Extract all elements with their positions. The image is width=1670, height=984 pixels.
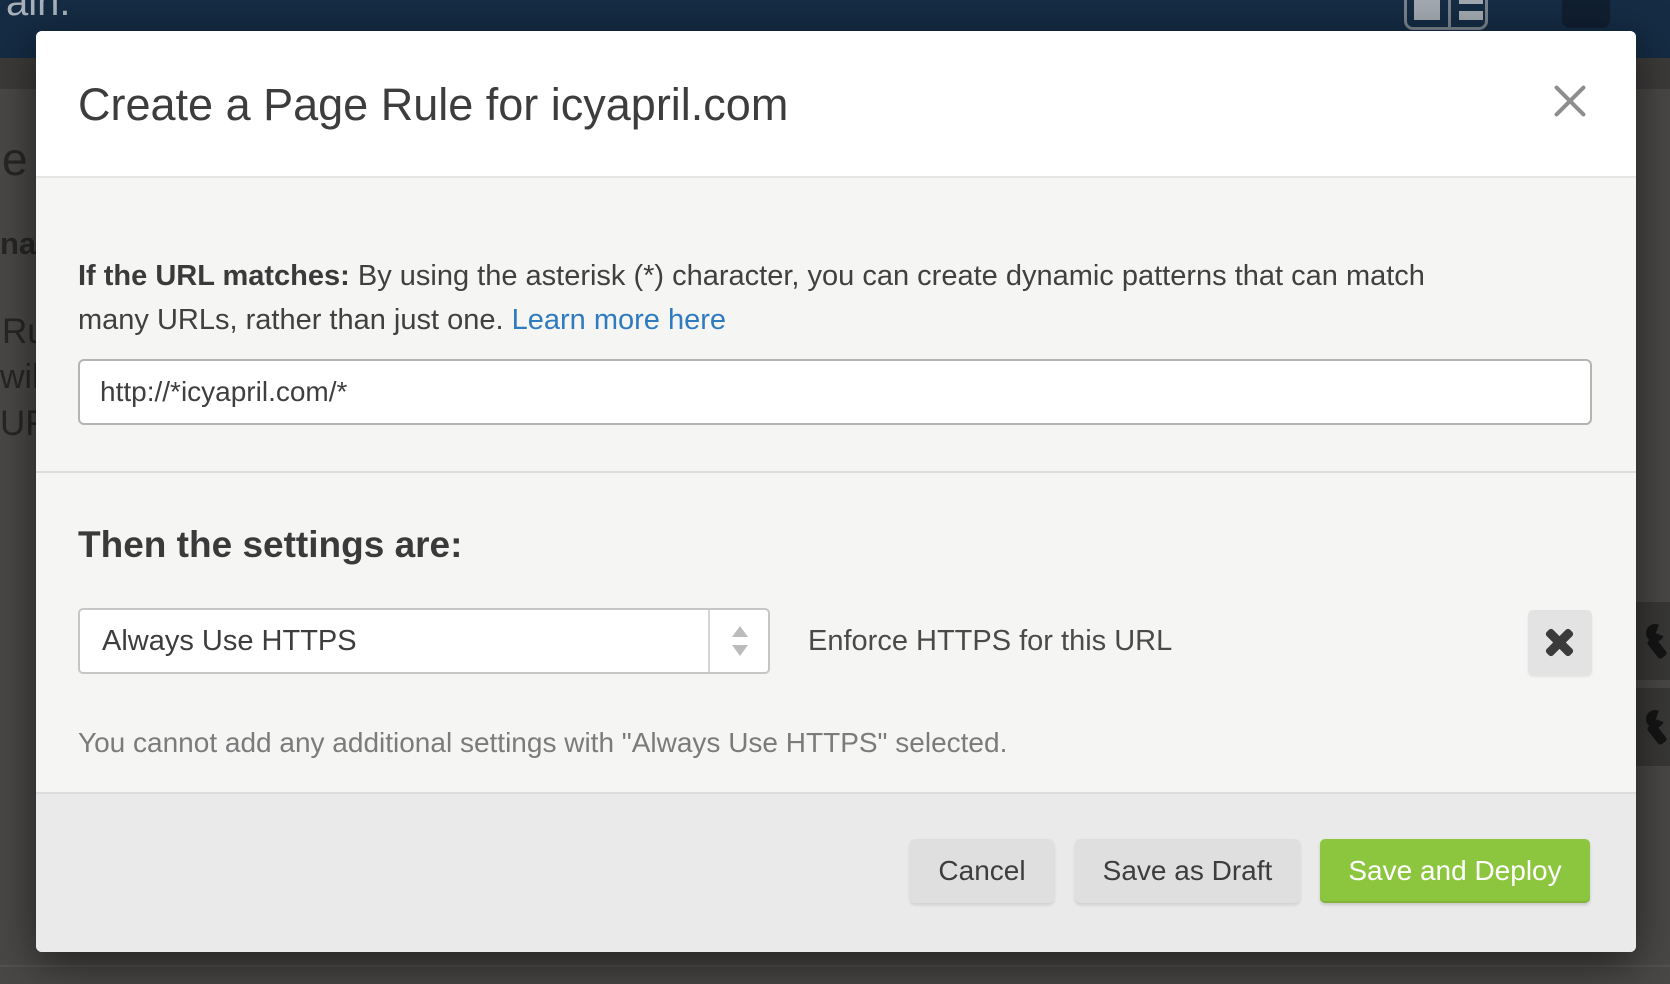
page-text-fragment: e: [2, 132, 28, 186]
modal-footer: Cancel Save as Draft Save and Deploy: [36, 792, 1636, 952]
setting-select-value: Always Use HTTPS: [102, 610, 357, 672]
select-spinner-icon[interactable]: [708, 610, 768, 672]
rule-row-fragment: [1636, 602, 1670, 680]
wrench-icon: [1646, 624, 1670, 660]
url-match-label: If the URL matches:: [78, 260, 350, 292]
page-divider-fragment: [0, 965, 1670, 967]
setting-select[interactable]: Always Use HTTPS: [78, 608, 770, 674]
section-divider: [36, 471, 1636, 473]
settings-heading: Then the settings are:: [78, 521, 462, 569]
save-as-draft-button[interactable]: Save as Draft: [1075, 839, 1300, 903]
setting-description: Enforce HTTPS for this URL: [808, 592, 1172, 690]
page: ain. e nav Ru will UR: [0, 0, 1670, 984]
header-text-fragment: ain.: [6, 0, 71, 25]
header-icon-fragment: [1562, 0, 1610, 28]
close-icon[interactable]: [1548, 79, 1592, 123]
wrench-icon: [1646, 710, 1670, 746]
remove-setting-button[interactable]: [1528, 610, 1592, 675]
url-match-description: If the URL matches: By using the asteris…: [78, 254, 1468, 342]
cancel-button[interactable]: Cancel: [910, 839, 1054, 903]
rule-row-fragment: [1636, 688, 1670, 766]
modal-header: Create a Page Rule for icyapril.com: [36, 31, 1636, 178]
chevron-up-icon: [732, 626, 748, 637]
setting-note: You cannot add any additional settings w…: [78, 727, 1007, 759]
learn-more-link[interactable]: Learn more here: [512, 304, 726, 336]
modal-title: Create a Page Rule for icyapril.com: [78, 75, 788, 135]
page-rule-modal: Create a Page Rule for icyapril.com If t…: [36, 31, 1636, 952]
url-pattern-input[interactable]: [78, 359, 1592, 425]
save-and-deploy-button[interactable]: Save and Deploy: [1320, 839, 1590, 903]
chevron-down-icon: [732, 645, 748, 656]
layout-icon: [1404, 0, 1488, 30]
